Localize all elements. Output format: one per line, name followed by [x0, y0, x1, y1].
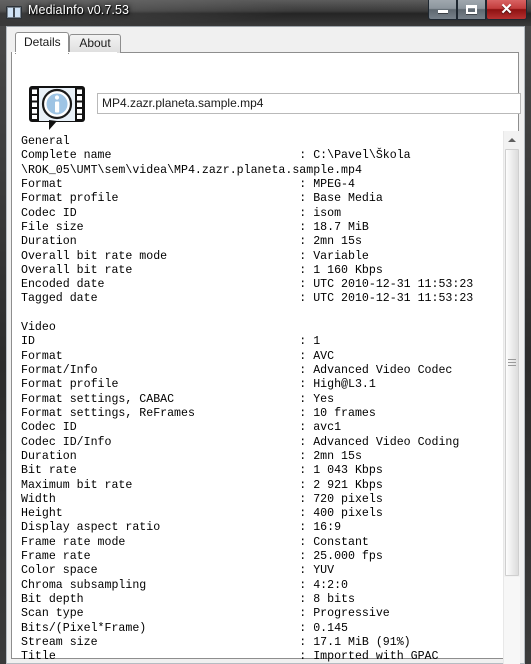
- report-line: Format/Info : Advanced Video Codec: [21, 364, 453, 377]
- report-line: Format settings, ReFrames : 10 frames: [21, 406, 376, 420]
- report-line: Format profile : Base Media: [21, 192, 383, 206]
- scrollbar-thumb[interactable]: [505, 149, 519, 576]
- tab-details[interactable]: Details: [15, 32, 69, 54]
- report-line: Bit depth : 8 bits: [21, 593, 355, 606]
- client-area: Details About MP4.zazr.planeta.sample.mp…: [6, 26, 525, 664]
- minimize-icon: [429, 0, 456, 19]
- report-line: Bits/(Pixel*Frame) : 0.145: [21, 621, 348, 635]
- report-line: Codec ID/Info : Advanced Video Coding: [21, 435, 460, 449]
- scrollbar-track[interactable]: [504, 577, 520, 664]
- scrollbar-grip-icon: [508, 359, 516, 366]
- report-line: Format settings, CABAC : Yes: [21, 392, 335, 406]
- report-line: Duration : 2mn 15s: [21, 449, 362, 463]
- report-line: \ROK_05\UMT\sem\videa\MP4.zazr.planeta.s…: [21, 163, 362, 177]
- report-line: Encoded date : UTC 2010-12-31 11:53:23: [21, 278, 474, 292]
- media-info-report: General Complete name : C:\Pavel\Škola \RO…: [21, 135, 497, 664]
- report-line: Frame rate : 25.000 fps: [21, 550, 383, 564]
- report-line: Format : AVC: [21, 349, 335, 363]
- report-line: General: [21, 135, 70, 148]
- minimize-button[interactable]: [428, 0, 457, 20]
- film-info-icon: [27, 84, 87, 134]
- maximize-icon: [458, 0, 485, 19]
- filename-input[interactable]: MP4.zazr.planeta.sample.mp4: [97, 93, 521, 114]
- report-line: Height : 400 pixels: [21, 507, 383, 521]
- active-tab-seam: [12, 52, 117, 53]
- report-line: Tagged date : UTC 2010-12-31 11:53:23: [21, 292, 474, 306]
- report-line: Codec ID : isom: [21, 206, 342, 220]
- report-line: Width : 720 pixels: [21, 492, 383, 506]
- report-line: Complete name : C:\Pavel\Škola: [21, 149, 411, 163]
- scroll-up-button[interactable]: [504, 131, 520, 148]
- scroll-up-arrow-icon: [508, 137, 516, 142]
- title-bar[interactable]: MediaInfo v0.7.53 ✕: [0, 0, 531, 26]
- report-line: Format : MPEG-4: [21, 177, 355, 191]
- report-line: Title : Imported with GPAC: [21, 650, 439, 664]
- report-line: Overall bit rate mode : Variable: [21, 249, 369, 263]
- report-line: Overall bit rate : 1 160 Kbps: [21, 263, 383, 277]
- window-title: MediaInfo v0.7.53: [28, 3, 130, 17]
- mediainfo-window: MediaInfo v0.7.53 ✕ Details About MP4.za…: [0, 0, 531, 664]
- report-line: ID : 1: [21, 335, 321, 349]
- report-line: Bit rate : 1 043 Kbps: [21, 464, 383, 478]
- report-line: Maximum bit rate : 2 921 Kbps: [21, 478, 383, 492]
- report-line: Display aspect ratio : 16:9: [21, 521, 342, 535]
- report-line: Color space : YUV: [21, 564, 335, 578]
- report-line: Scan type : Progressive: [21, 607, 390, 621]
- report-line: Video: [21, 321, 56, 335]
- report-line: Format profile : High@L3.1: [21, 378, 376, 392]
- close-button[interactable]: ✕: [486, 0, 527, 20]
- tab-about[interactable]: About: [69, 34, 121, 53]
- report-line: [21, 307, 497, 321]
- report-line: Duration : 2mn 15s: [21, 235, 362, 249]
- vertical-scrollbar[interactable]: [503, 131, 520, 664]
- report-line: Stream size : 17.1 MiB (91%): [21, 635, 411, 649]
- tab-strip: Details About: [11, 32, 521, 54]
- close-icon: ✕: [500, 1, 513, 18]
- report-line: Frame rate mode : Constant: [21, 535, 369, 549]
- report-line: Codec ID : avc1: [21, 421, 342, 435]
- report-line: Chroma subsampling : 4:2:0: [21, 578, 348, 592]
- report-line: File size : 18.7 MiB: [21, 220, 369, 234]
- maximize-button[interactable]: [457, 0, 486, 20]
- book-icon: [6, 5, 22, 20]
